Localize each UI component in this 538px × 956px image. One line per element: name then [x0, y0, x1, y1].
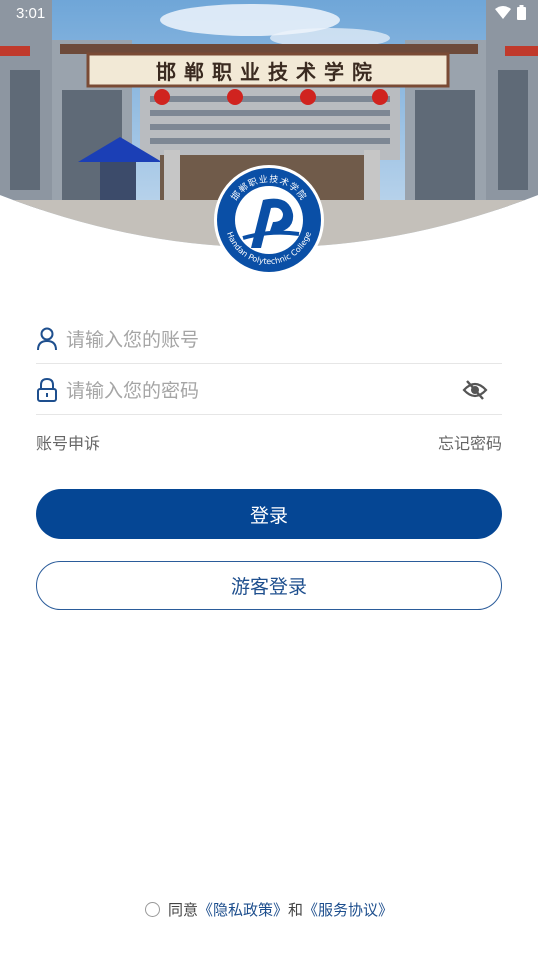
- agreement-row: 同意《隐私政策》和《服务协议》: [0, 899, 538, 920]
- service-agreement-link[interactable]: 《服务协议》: [303, 901, 393, 919]
- college-logo: 邯郸职业技术学院 Handan Polytechnic College: [213, 164, 325, 276]
- status-time: 3:01: [16, 5, 46, 22]
- agreement-prefix: 同意: [167, 901, 198, 919]
- wifi-icon: [495, 5, 511, 19]
- agreement-and: 和: [288, 901, 304, 919]
- privacy-policy-link[interactable]: 《隐私政策》: [198, 901, 288, 919]
- gate-sign-text: 邯郸职业技术学院: [156, 60, 380, 84]
- agreement-radio[interactable]: [144, 902, 160, 917]
- account-field: [36, 313, 502, 364]
- forgot-password-link[interactable]: 忘记密码: [438, 430, 502, 454]
- password-input[interactable]: [64, 372, 468, 410]
- eye-hidden-icon[interactable]: [462, 378, 488, 402]
- login-button[interactable]: 登录: [36, 489, 502, 539]
- account-appeal-link[interactable]: 账号申诉: [36, 430, 100, 454]
- battery-icon: [517, 5, 526, 20]
- user-icon: [37, 327, 57, 351]
- lock-icon: [37, 378, 57, 402]
- password-field: [36, 364, 502, 415]
- account-input[interactable]: [64, 321, 468, 359]
- guest-login-button[interactable]: 游客登录: [36, 561, 502, 610]
- status-bar: 3:01: [0, 0, 538, 28]
